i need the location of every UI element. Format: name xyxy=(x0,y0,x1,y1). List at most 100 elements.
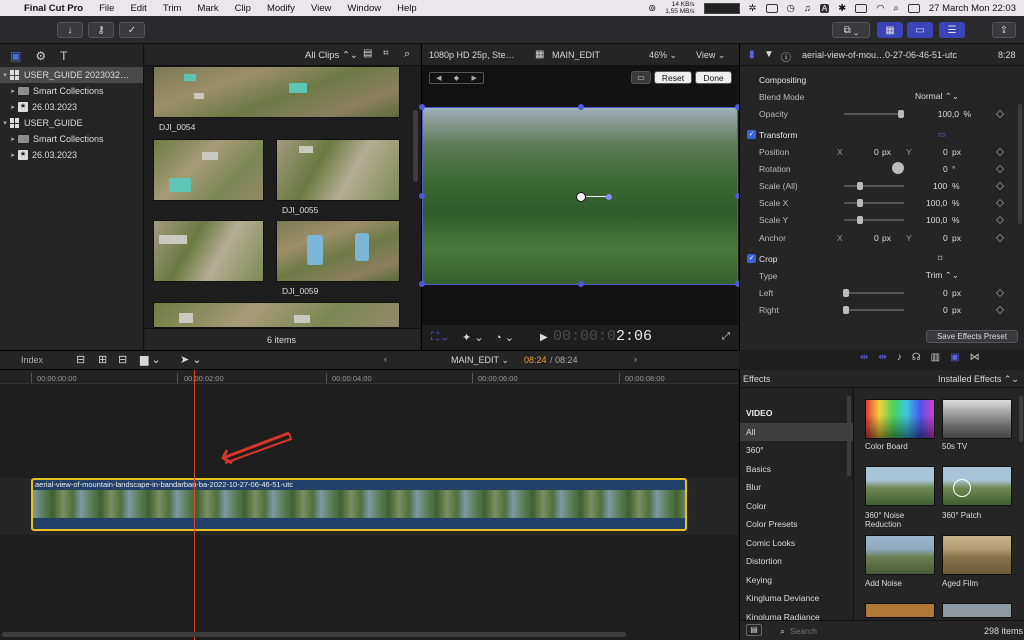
clock-text[interactable]: 27 March Mon 22:03 xyxy=(929,3,1016,14)
photos-tab-icon[interactable]: ⚙ xyxy=(35,49,46,63)
speed-icon[interactable]: ◔ ⌄ xyxy=(495,331,514,344)
inspector-scrollbar[interactable] xyxy=(1018,104,1022,224)
event-26-03-2023-2[interactable]: ▸ ★ 26.03.2023 xyxy=(0,147,143,163)
scale-x-slider[interactable] xyxy=(844,202,904,204)
menu-file[interactable]: File xyxy=(91,3,122,14)
keyframe-button[interactable] xyxy=(995,181,1005,190)
workspaces-button[interactable]: ⧉ ⌄ xyxy=(832,22,870,38)
overwrite-clip-icon[interactable]: ▆ ⌄ xyxy=(140,353,161,366)
libraries-tab-icon[interactable]: ▣ xyxy=(10,49,21,63)
rotation-dial[interactable] xyxy=(892,162,904,174)
menu-modify[interactable]: Modify xyxy=(259,3,303,14)
anchor-y-value[interactable]: 0 xyxy=(943,233,948,243)
anchor-x-value[interactable]: 0 xyxy=(874,233,879,243)
effect-thumb-partial[interactable] xyxy=(865,603,935,618)
blend-mode-popup[interactable]: Normal ⌃⌄ xyxy=(915,91,959,102)
import-button[interactable]: ↓ xyxy=(57,22,83,38)
clip-thumbnail-dji-0055[interactable] xyxy=(276,139,400,201)
insert-clip-icon[interactable]: ⊞ xyxy=(98,353,107,366)
clip-thumbnail-2[interactable] xyxy=(153,220,264,282)
inspector-toggle-button[interactable]: ☰ xyxy=(939,22,965,38)
crop-type-popup[interactable]: Trim ⌃⌄ xyxy=(926,270,959,281)
creative-cloud-icon[interactable]: ⊚ xyxy=(648,3,656,14)
menu-clip[interactable]: Clip xyxy=(227,3,259,14)
enhancements-icon[interactable]: ✦ ⌄ xyxy=(462,331,484,344)
clip-appearance-icon[interactable]: ▣ xyxy=(950,352,959,363)
effect-thumb-aged-film[interactable] xyxy=(942,535,1012,575)
timeline-toggle-button[interactable]: ▭ xyxy=(907,22,933,38)
keyframe-button[interactable] xyxy=(995,164,1005,173)
audio-meters-icon[interactable]: ⋈ xyxy=(970,352,980,363)
effects-scrollbar[interactable] xyxy=(1019,396,1023,442)
brightness-icon[interactable]: ✲ xyxy=(749,3,757,14)
audio-skimming-icon[interactable]: ♪ xyxy=(897,352,902,363)
input-source-icon[interactable]: A xyxy=(819,3,830,13)
previous-keyframe-icon[interactable]: ◀ xyxy=(436,74,441,82)
clip-thumbnail-dji-0059[interactable] xyxy=(276,220,400,282)
transform-tool-icon[interactable]: ⛶ ⌄ xyxy=(431,331,448,344)
category-kingluma-deviance[interactable]: Kingluma Deviance xyxy=(740,589,853,608)
fullscreen-icon[interactable]: ⤢ xyxy=(722,331,730,342)
solo-icon[interactable]: ☊ xyxy=(912,352,921,363)
effect-thumb-360-noise-reduction[interactable] xyxy=(865,466,935,506)
keyframe-button[interactable] xyxy=(995,109,1005,118)
playhead[interactable] xyxy=(194,370,195,640)
disclosure-triangle-icon[interactable]: ▸ xyxy=(8,103,18,111)
category-all[interactable]: All xyxy=(740,422,853,441)
timeline-forward-icon[interactable]: › xyxy=(634,354,637,364)
scale-y-slider[interactable] xyxy=(844,219,904,221)
menu-edit[interactable]: Edit xyxy=(122,3,154,14)
effect-thumb-360-patch[interactable] xyxy=(942,466,1012,506)
transform-handle[interactable] xyxy=(419,104,425,110)
video-frame[interactable] xyxy=(419,104,741,287)
keyframe-button[interactable] xyxy=(995,215,1005,224)
disclosure-triangle-icon[interactable]: ▾ xyxy=(0,71,10,79)
scale-x-value[interactable]: 100,0 xyxy=(926,198,947,208)
add-keyframe-icon[interactable]: ◆ xyxy=(454,74,459,82)
smart-collections-2[interactable]: ▸ Smart Collections xyxy=(0,131,143,147)
transform-handle[interactable] xyxy=(578,281,584,287)
category-kingluma-radiance[interactable]: Kingluma Radiance xyxy=(740,608,853,621)
transform-handle[interactable] xyxy=(419,193,425,199)
skimming-icon[interactable]: ⇹ xyxy=(860,352,868,363)
category-scrollbar[interactable] xyxy=(847,396,851,476)
timeline-project-dropdown[interactable]: MAIN_EDIT ⌄ xyxy=(451,355,509,366)
scale-all-knob[interactable] xyxy=(857,182,863,190)
wifi-icon[interactable]: ◠ xyxy=(876,3,884,14)
effect-thumb-add-noise[interactable] xyxy=(865,535,935,575)
compositing-header[interactable]: Compositing xyxy=(740,71,1024,88)
menu-trim[interactable]: Trim xyxy=(155,3,190,14)
timeline[interactable]: 00:00:00:00 00:00:02:00 00:00:04:00 00:0… xyxy=(0,370,738,640)
transform-handle[interactable] xyxy=(419,281,425,287)
filmstrip-view-icon[interactable]: ▤ xyxy=(363,48,372,59)
crop-left-value[interactable]: 0 xyxy=(943,288,948,298)
timeline-scrollbar[interactable] xyxy=(2,632,626,637)
crop-checkbox[interactable]: ✓ xyxy=(747,254,756,263)
transform-onscreen-icon[interactable]: ▭ xyxy=(938,129,946,140)
transform-mode-button[interactable]: ▭ xyxy=(631,71,651,84)
timeline-back-icon[interactable]: ‹ xyxy=(384,354,387,364)
append-clip-icon[interactable]: ⊟ xyxy=(118,353,127,366)
effect-thumb-color-board[interactable] xyxy=(865,399,935,439)
category-distortion[interactable]: Distortion xyxy=(740,552,853,571)
next-keyframe-icon[interactable]: ▶ xyxy=(471,74,476,82)
crop-right-knob[interactable] xyxy=(843,306,849,314)
battery-icon[interactable] xyxy=(855,3,868,13)
play-icon[interactable]: ▶ xyxy=(540,332,548,343)
clip-skimming-icon[interactable]: ⇹ xyxy=(878,352,886,363)
effect-thumb-50s-tv[interactable] xyxy=(942,399,1012,439)
scale-y-knob[interactable] xyxy=(857,216,863,224)
browser-toggle-button[interactable]: ▦ xyxy=(877,22,903,38)
video-inspector-icon[interactable]: ▮ xyxy=(749,49,755,60)
menu-app-name[interactable]: Final Cut Pro xyxy=(16,3,91,14)
viewer-view-dropdown[interactable]: View ⌄ xyxy=(696,50,725,61)
disclosure-triangle-icon[interactable]: ▸ xyxy=(8,151,18,159)
background-tasks-button[interactable]: ✓ xyxy=(119,22,145,38)
disclosure-triangle-icon[interactable]: ▾ xyxy=(0,119,10,127)
share-button[interactable]: ⇪ xyxy=(992,22,1016,38)
keyframe-button[interactable] xyxy=(995,198,1005,207)
category-comic-looks[interactable]: Comic Looks xyxy=(740,534,853,553)
opacity-value[interactable]: 100,0 xyxy=(938,109,959,119)
transform-handle[interactable] xyxy=(578,104,584,110)
category-360[interactable]: 360° xyxy=(740,441,853,460)
